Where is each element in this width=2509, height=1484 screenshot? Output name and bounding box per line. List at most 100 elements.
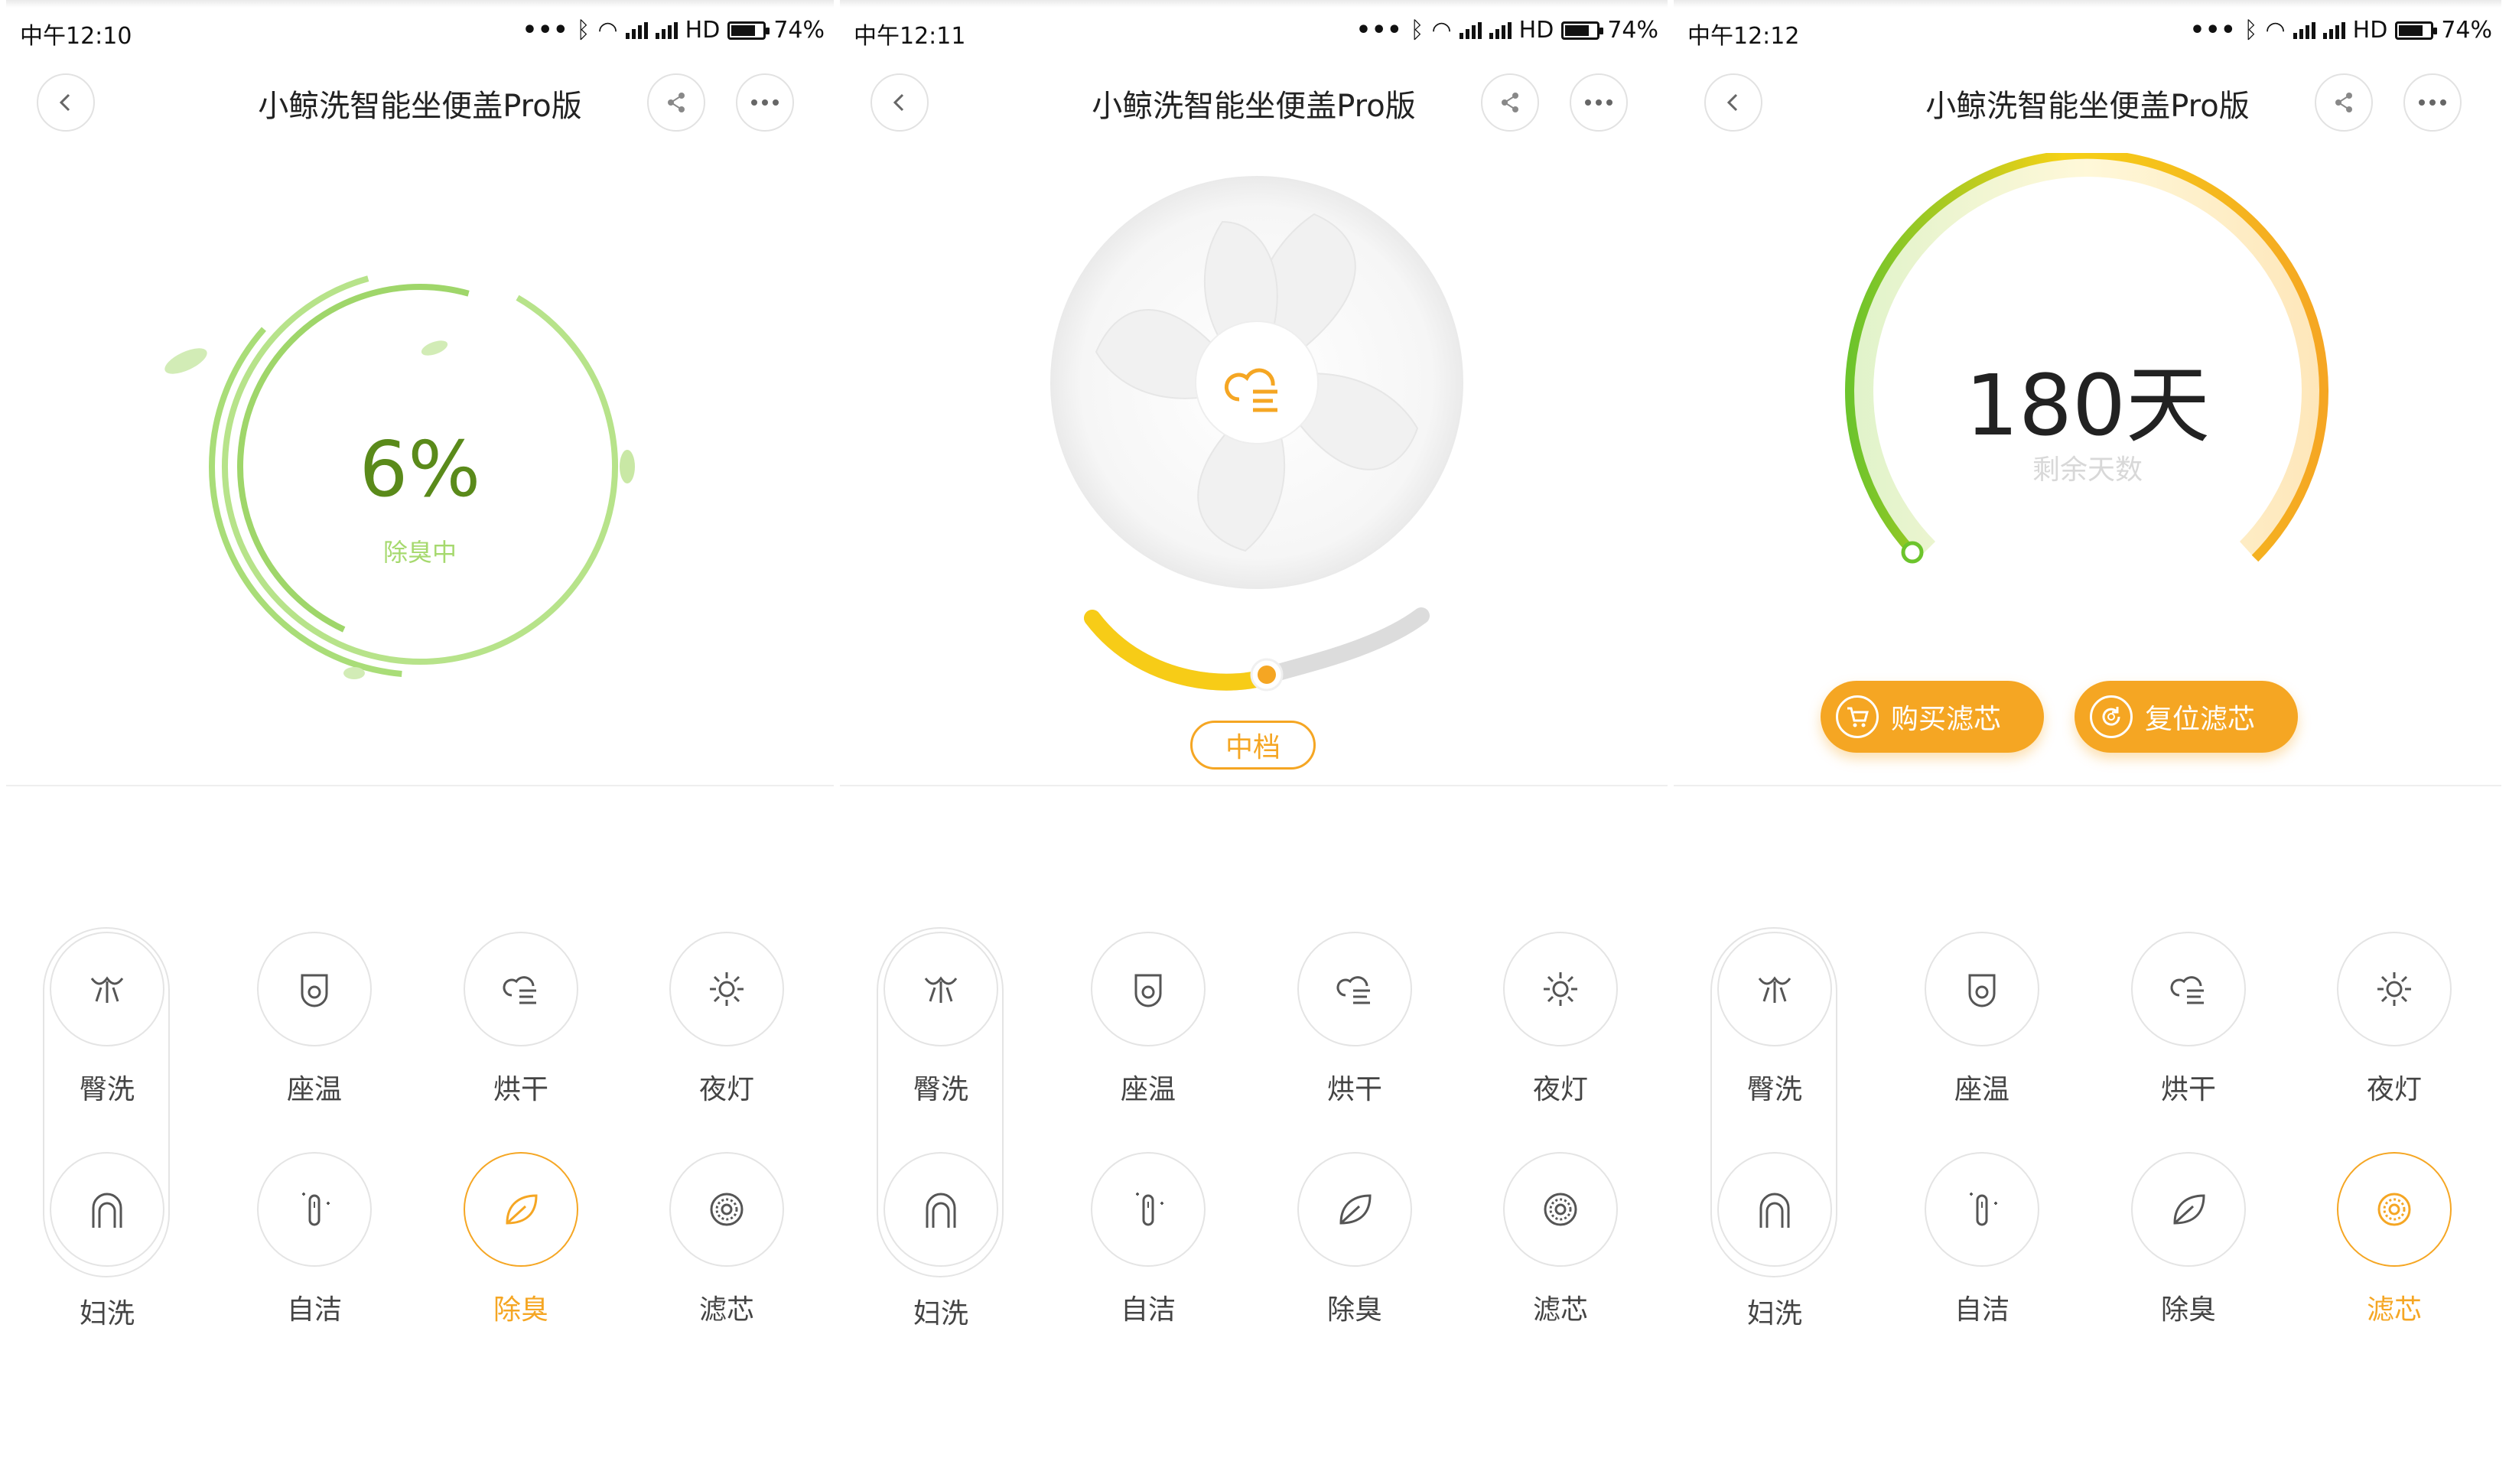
top-shadow: [840, 0, 1668, 8]
seat-temp-button[interactable]: [257, 932, 372, 1046]
deodorize-icon: [1339, 1194, 1372, 1225]
grid-seat-temp[interactable]: 座温: [238, 918, 391, 1117]
grid-label: 座温: [1120, 1074, 1176, 1105]
grid-label: 夜灯: [1532, 1074, 1588, 1105]
filter-button[interactable]: [2337, 1152, 2452, 1267]
grid-label: 自洁: [286, 1294, 342, 1326]
grid-filter[interactable]: 滤芯: [650, 1138, 803, 1337]
status-icons: ••• ᛒ ◠ HD 74%: [1356, 17, 1658, 44]
grid-seat-temp[interactable]: 座温: [1072, 918, 1225, 1117]
grid-label: 烘干: [2160, 1074, 2216, 1105]
seat-temp-icon: [1134, 974, 1162, 1007]
grid-filter[interactable]: 滤芯: [1484, 1138, 1637, 1337]
grid-label: 臀洗: [913, 1074, 968, 1105]
butt-wash-button[interactable]: [50, 932, 164, 1046]
more-button[interactable]: [2403, 73, 2462, 132]
feminine-wash-button[interactable]: [884, 1152, 998, 1267]
feminine-wash-button[interactable]: [50, 1152, 164, 1267]
grid-label: 除臭: [493, 1294, 548, 1326]
seat-temp-button[interactable]: [1091, 932, 1206, 1046]
deodorize-button[interactable]: [2131, 1152, 2246, 1267]
dry-button[interactable]: [464, 932, 578, 1046]
grid-filter[interactable]: 滤芯: [2318, 1138, 2471, 1337]
filter-hero: 180天 剩余天数 购买滤芯 复位滤芯: [1674, 153, 2501, 788]
seat-temp-icon: [301, 974, 328, 1007]
deodorize-button[interactable]: [464, 1152, 578, 1267]
deodorize-icon: [2173, 1194, 2205, 1225]
feminine-wash-button[interactable]: [1717, 1152, 1832, 1267]
night-light-button[interactable]: [669, 932, 784, 1046]
night-light-button[interactable]: [1503, 932, 1618, 1046]
more-icon: [751, 99, 779, 106]
signal-icon: [1459, 21, 1482, 39]
grid-night-light[interactable]: 夜灯: [1484, 918, 1637, 1117]
night-light-icon: [2377, 972, 2411, 1006]
grid-night-light[interactable]: 夜灯: [2318, 918, 2471, 1117]
grid-deodorize[interactable]: 除臭: [444, 1138, 597, 1337]
filter-button[interactable]: [669, 1152, 784, 1267]
grid-butt-wash[interactable]: 臀洗: [1698, 918, 1851, 1117]
self-clean-button[interactable]: [1925, 1152, 2039, 1267]
grid-deodorize[interactable]: 除臭: [1278, 1138, 1431, 1337]
grid-label: 臀洗: [1746, 1074, 1802, 1105]
bluetooth-icon: ᛒ: [1410, 17, 1424, 44]
feminine-wash-icon: [1759, 1193, 1790, 1228]
grid-label: 妇洗: [79, 1298, 135, 1329]
share-button[interactable]: [2315, 73, 2373, 132]
buy-filter-button[interactable]: 购买滤芯: [1821, 681, 2044, 753]
feminine-wash-icon: [92, 1193, 122, 1228]
wifi-icon: ◠: [1431, 17, 1452, 44]
grid-dry[interactable]: 烘干: [444, 918, 597, 1117]
reset-filter-button[interactable]: 复位滤芯: [2075, 681, 2298, 753]
battery-percent: 74%: [1607, 17, 1658, 44]
dry-icon: [1336, 976, 1370, 1004]
grid-feminine-wash[interactable]: 妇洗: [864, 1138, 1017, 1337]
fan-mode-button[interactable]: 中档: [1190, 721, 1316, 770]
grid-night-light[interactable]: 夜灯: [650, 918, 803, 1117]
night-light-button[interactable]: [2337, 932, 2452, 1046]
grid-self-clean[interactable]: 自洁: [238, 1138, 391, 1337]
grid-dry[interactable]: 烘干: [1278, 918, 1431, 1117]
more-notifications-icon: •••: [2189, 17, 2237, 44]
leaf-icon: [421, 340, 448, 356]
reset-filter-label: 复位滤芯: [2145, 704, 2256, 735]
butt-wash-button[interactable]: [1717, 932, 1832, 1046]
dry-icon: [503, 976, 536, 1004]
grid-label: 滤芯: [698, 1294, 754, 1326]
grid-feminine-wash[interactable]: 妇洗: [1698, 1138, 1851, 1337]
page-title: 小鲸洗智能坐便盖Pro版: [258, 89, 582, 124]
wifi-icon: ◠: [597, 17, 618, 44]
page-title: 小鲸洗智能坐便盖Pro版: [1092, 89, 1416, 124]
night-light-icon: [1544, 972, 1577, 1006]
more-button[interactable]: [736, 73, 794, 132]
grid-deodorize[interactable]: 除臭: [2112, 1138, 2265, 1337]
share-button[interactable]: [647, 73, 705, 132]
grid-butt-wash[interactable]: 臀洗: [864, 918, 1017, 1117]
share-button[interactable]: [1481, 73, 1539, 132]
self-clean-button[interactable]: [1091, 1152, 1206, 1267]
battery-icon: [727, 21, 770, 40]
divider: [840, 785, 1668, 786]
grid-self-clean[interactable]: 自洁: [1905, 1138, 2058, 1337]
filter-button[interactable]: [1503, 1152, 1618, 1267]
seat-temp-button[interactable]: [1925, 932, 2039, 1046]
butt-wash-icon: [1758, 976, 1791, 1003]
grid-label: 夜灯: [698, 1074, 754, 1105]
grid-label: 妇洗: [1746, 1298, 1802, 1329]
grid-feminine-wash[interactable]: 妇洗: [31, 1138, 184, 1337]
grid-label: 夜灯: [2366, 1074, 2422, 1105]
level-fill: [1084, 610, 1277, 691]
butt-wash-button[interactable]: [884, 932, 998, 1046]
self-clean-button[interactable]: [257, 1152, 372, 1267]
more-button[interactable]: [1570, 73, 1628, 132]
filter-icon: [2377, 1193, 2411, 1226]
grid-self-clean[interactable]: 自洁: [1072, 1138, 1225, 1337]
screen-filter: 中午12:12 ••• ᛒ ◠ HD 74% 小鲸洗智能坐便盖Pro版 180天…: [1674, 0, 2501, 1484]
grid-butt-wash[interactable]: 臀洗: [31, 918, 184, 1117]
deodorize-button[interactable]: [1297, 1152, 1412, 1267]
grid-dry[interactable]: 烘干: [2112, 918, 2265, 1117]
dry-button[interactable]: [2131, 932, 2246, 1046]
dry-button[interactable]: [1297, 932, 1412, 1046]
top-shadow: [6, 0, 834, 8]
grid-seat-temp[interactable]: 座温: [1905, 918, 2058, 1117]
